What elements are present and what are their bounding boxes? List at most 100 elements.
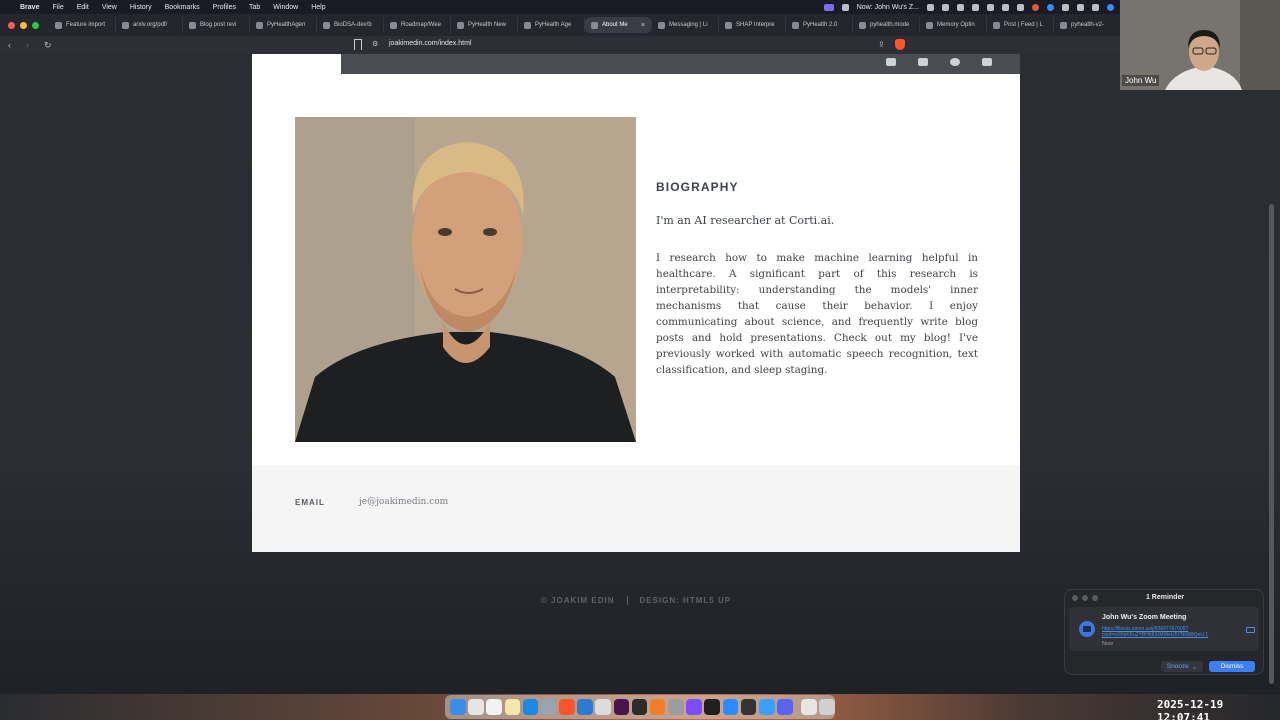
browser-tab[interactable]: Roadmap/Wee — [384, 17, 451, 33]
macos-menubar: Brave File Edit View History Bookmarks P… — [0, 0, 1280, 14]
app-store-icon[interactable] — [522, 699, 539, 715]
settings-icon[interactable] — [540, 699, 557, 715]
trash-icon[interactable] — [819, 699, 836, 715]
menubar-extra-icon[interactable] — [1002, 3, 1009, 11]
browser-tab[interactable]: SHAP Interpre — [719, 17, 786, 33]
brave-shields-icon[interactable] — [895, 39, 905, 50]
menu-history[interactable]: History — [130, 4, 152, 11]
reminder-item[interactable]: John Wu's Zoom Meeting https://illinois.… — [1069, 607, 1259, 651]
browser-tab[interactable]: Post | Feed | L — [987, 17, 1054, 33]
menu-bookmarks[interactable]: Bookmarks — [165, 4, 200, 11]
email-link[interactable]: je@joakimedin.com — [359, 497, 448, 507]
participant-name: John Wu — [1122, 75, 1160, 86]
browser-tab[interactable]: PyHealthAgen — [250, 17, 317, 33]
twitter-icon[interactable] — [886, 58, 896, 66]
menubar-extra-icon[interactable] — [927, 3, 934, 11]
share-icon[interactable]: ⇪ — [878, 40, 885, 49]
tab-favicon-icon — [390, 21, 397, 29]
browser-tab[interactable]: PyHealth New — [451, 17, 518, 33]
browser-tab[interactable]: PyHealth 2.0 — [786, 17, 853, 33]
menubar-extra-icon[interactable] — [1062, 3, 1069, 11]
minimize-window-button[interactable] — [20, 21, 27, 29]
browser-tab[interactable]: Messaging | Li — [652, 17, 719, 33]
reload-button[interactable]: ↻ — [44, 40, 54, 51]
menubar-extra-icon[interactable] — [972, 3, 979, 11]
notes-icon[interactable] — [504, 699, 521, 715]
tab-label: About Me — [602, 22, 628, 28]
dock-app-icon[interactable] — [686, 699, 702, 715]
meeting-link[interactable]: https://illinois.zoom.us/j/83697767005?p… — [1102, 626, 1237, 638]
menu-profiles[interactable]: Profiles — [213, 4, 236, 11]
calendar-app-icon[interactable] — [486, 699, 502, 715]
close-window-button[interactable] — [8, 21, 15, 29]
browser-tab[interactable]: Blog post revi — [183, 17, 250, 33]
url-field[interactable]: joakimedin.com/index.html — [389, 40, 471, 47]
menubar-extra-icon[interactable] — [957, 3, 964, 11]
zoom-video-tile[interactable]: John Wu — [1120, 0, 1280, 90]
dismiss-button[interactable]: Dismiss — [1209, 661, 1255, 672]
snooze-button[interactable]: Snooze ⌄ — [1161, 661, 1203, 672]
menubar-extra-icon[interactable] — [841, 3, 849, 11]
browser-tab[interactable]: Feature import — [49, 17, 116, 33]
menu-help[interactable]: Help — [311, 4, 325, 11]
forward-button[interactable]: › — [26, 40, 36, 50]
dock-app-icon[interactable] — [758, 699, 775, 715]
menu-edit[interactable]: Edit — [77, 4, 89, 11]
launchpad-icon[interactable] — [468, 699, 484, 715]
dock-app-icon[interactable] — [595, 699, 611, 715]
menu-tab[interactable]: Tab — [249, 4, 260, 11]
close-tab-icon[interactable]: × — [641, 22, 645, 29]
brave-browser-icon[interactable] — [559, 699, 575, 715]
browser-tab[interactable]: Memory Optin — [920, 17, 987, 33]
screen-share-icon[interactable] — [823, 3, 834, 11]
browser-tab[interactable]: pyhealth-v2- — [1054, 17, 1121, 33]
menu-window[interactable]: Window — [273, 4, 298, 11]
scholar-icon[interactable] — [982, 58, 992, 66]
nav-active-tab[interactable] — [252, 54, 341, 74]
tab-favicon-icon — [926, 21, 933, 29]
menubar-extra-icon[interactable] — [1047, 3, 1054, 11]
dock-app-icon[interactable] — [668, 699, 684, 715]
menubar-extra-icon[interactable] — [1107, 3, 1114, 11]
menubar-extra-icon[interactable] — [942, 3, 949, 11]
dock-app-icon[interactable] — [704, 699, 720, 715]
now-meeting-status[interactable]: Now: John Wu's Z... — [857, 4, 919, 11]
vscode-icon[interactable] — [577, 699, 593, 715]
tab-favicon-icon — [1060, 21, 1067, 29]
reminder-time: Now — [1102, 641, 1114, 647]
dock-app-icon[interactable] — [740, 699, 757, 715]
tab-favicon-icon — [792, 21, 799, 29]
zoom-app-icon[interactable] — [722, 699, 739, 715]
page-scrollbar[interactable] — [1269, 204, 1274, 684]
browser-tab[interactable]: BioDSA-dev/b — [317, 17, 384, 33]
menu-view[interactable]: View — [102, 4, 117, 11]
browser-tab[interactable]: About Me × — [585, 17, 652, 33]
control-center-icon[interactable] — [1077, 3, 1084, 11]
tab-favicon-icon — [658, 21, 665, 29]
back-button[interactable]: ‹ — [8, 40, 18, 50]
document-icon[interactable] — [801, 699, 817, 715]
menu-file[interactable]: File — [52, 4, 63, 11]
mail-icon[interactable] — [987, 3, 994, 11]
window-controls — [8, 21, 39, 29]
design-credit-link[interactable]: DESIGN: HTML5 UP — [640, 596, 732, 605]
site-settings-icon[interactable]: ⚙ — [372, 40, 378, 48]
slack-icon[interactable] — [613, 699, 630, 715]
browser-tab[interactable]: PyHealth Age — [518, 17, 585, 33]
menubar-extra-icon[interactable] — [1017, 3, 1024, 11]
browser-tab[interactable]: pyhealth.mode — [853, 17, 920, 33]
bookmark-icon[interactable] — [354, 39, 362, 50]
bluetooth-icon[interactable] — [1092, 3, 1099, 11]
browser-tab[interactable]: arxiv.org/pdf/ — [116, 17, 183, 33]
maximize-window-button[interactable] — [32, 21, 39, 29]
finder-icon[interactable] — [450, 699, 466, 715]
dock-app-icon[interactable] — [649, 699, 666, 715]
tab-label: Memory Optin — [937, 22, 975, 28]
video-call-icon[interactable] — [1246, 627, 1255, 633]
menu-app-name[interactable]: Brave — [20, 4, 39, 11]
discord-icon[interactable] — [777, 699, 793, 715]
github-icon[interactable] — [950, 58, 960, 66]
menubar-extra-icon[interactable] — [1032, 3, 1039, 11]
terminal-icon[interactable] — [631, 699, 648, 715]
linkedin-icon[interactable] — [918, 58, 928, 66]
